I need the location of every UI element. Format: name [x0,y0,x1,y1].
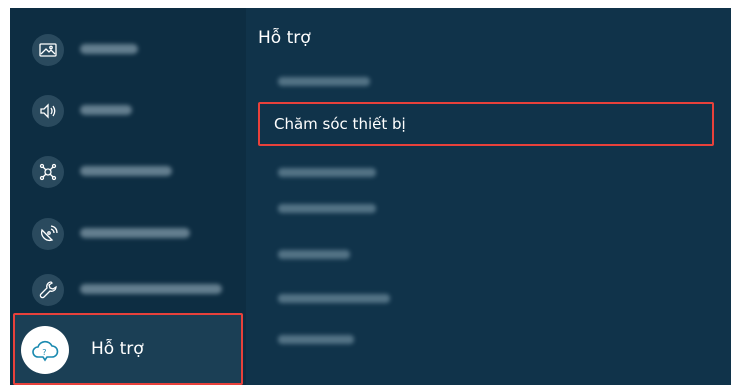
sidebar-item-label: Hỗ trợ [91,339,144,359]
menu-item[interactable] [268,190,714,226]
sidebar-item-general[interactable] [10,264,246,316]
menu-item-label: Chăm sóc thiết bị [274,115,406,133]
panel-title: Hỗ trợ [258,28,311,48]
menu-item-label [278,77,370,86]
sidebar-item-label [80,44,138,54]
menu-item[interactable] [268,63,714,99]
menu-item-label [278,168,376,177]
picture-icon [32,34,64,66]
menu-item-label [278,294,390,303]
tv-screen: ? Hỗ trợ Hỗ trợ Chăm sóc thiết bị [10,8,731,385]
sound-icon [32,95,64,127]
sidebar-item-label [80,284,222,294]
sidebar-item-broadcasting[interactable] [10,208,246,260]
settings-sidebar: ? Hỗ trợ [10,8,246,385]
sidebar-item-label [80,228,190,238]
menu-item-label [278,204,376,213]
menu-item-label [278,250,350,259]
sidebar-item-sound[interactable] [10,85,246,137]
menu-item[interactable] [268,321,714,357]
sidebar-item-label [80,166,172,176]
sidebar-item-support[interactable]: ? Hỗ trợ [13,313,243,385]
menu-item-device-care[interactable]: Chăm sóc thiết bị [258,102,714,146]
connection-icon [32,156,64,188]
sidebar-item-label [80,105,132,115]
cloud-question-icon: ? [21,326,69,374]
support-panel: Hỗ trợ Chăm sóc thiết bị [246,8,731,385]
menu-item-label [278,335,354,344]
menu-item[interactable] [268,236,714,272]
sidebar-item-connection[interactable] [10,146,246,198]
wrench-icon [32,274,64,306]
sidebar-item-picture[interactable] [10,24,246,76]
menu-item[interactable] [268,154,714,190]
svg-text:?: ? [42,348,46,357]
broadcasting-icon [32,218,64,250]
menu-item[interactable] [268,280,714,316]
